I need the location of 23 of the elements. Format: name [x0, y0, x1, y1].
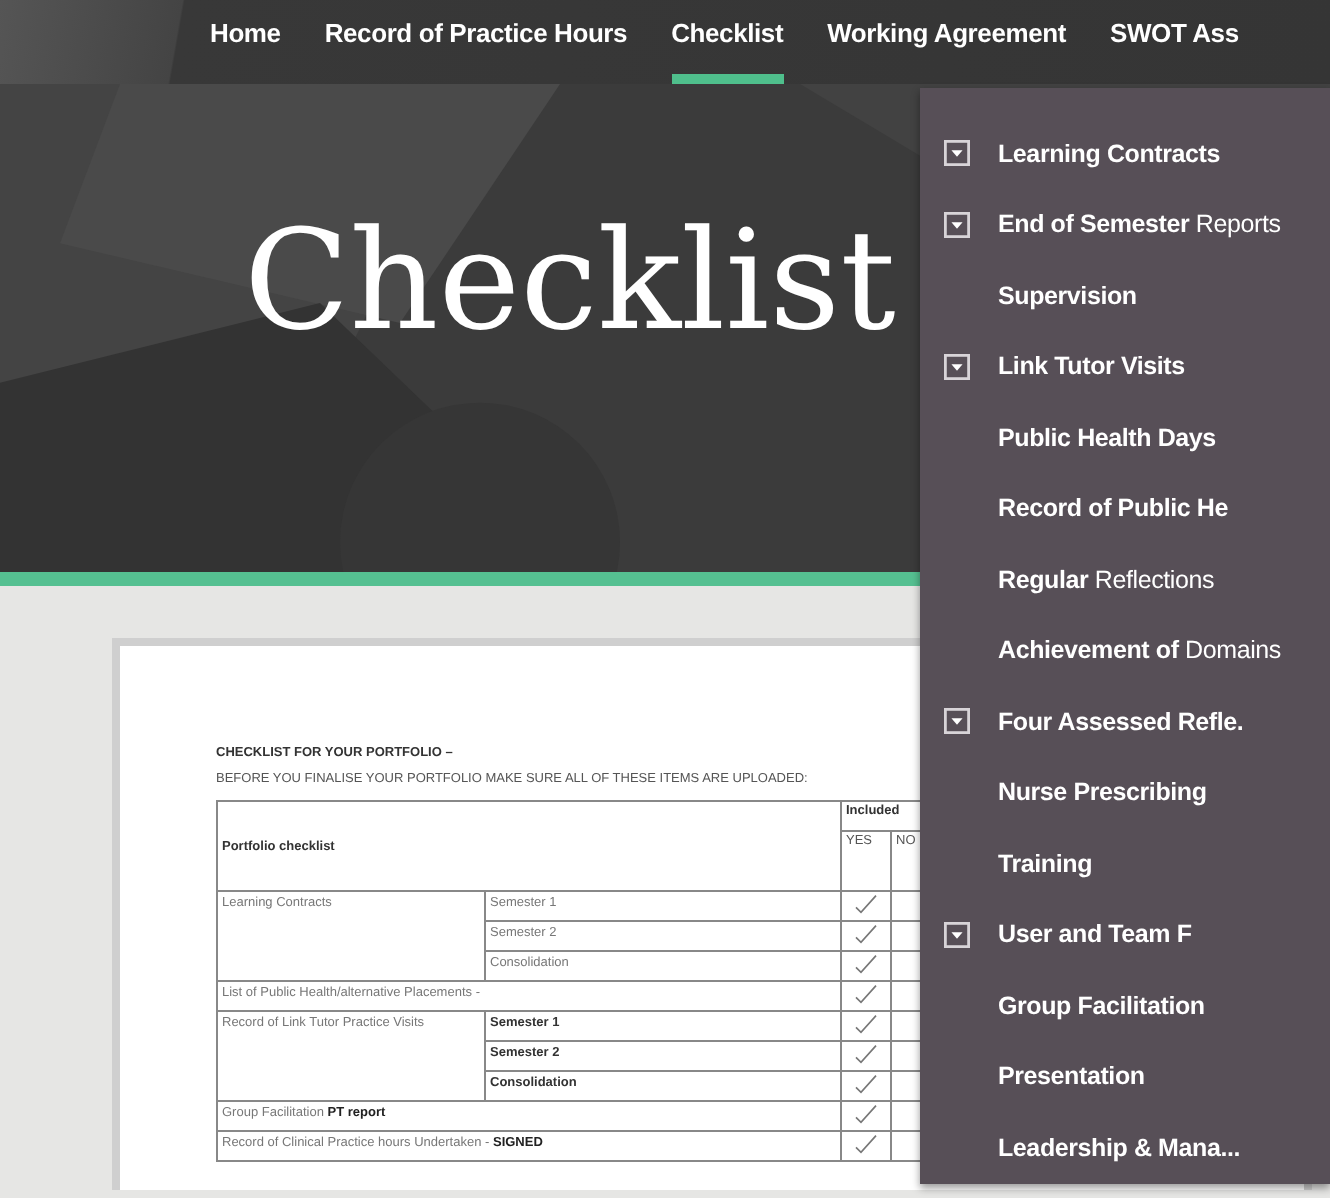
nav-link[interactable]: Home — [210, 0, 281, 84]
nav-link[interactable]: Record of Practice Hours — [324, 0, 628, 84]
nav-link[interactable]: SWOT Ass — [1110, 0, 1239, 84]
expand-icon[interactable] — [944, 921, 970, 948]
menu-item[interactable]: End of Semester Reports — [920, 189, 1330, 260]
menu-item[interactable]: Record of Public He — [920, 473, 1330, 544]
menu-item[interactable]: Leadership & Mana... — [920, 1112, 1330, 1183]
expand-icon[interactable] — [944, 353, 970, 380]
menu-item[interactable]: Presentation — [920, 1041, 1330, 1112]
nav-link[interactable]: Working Agreement — [827, 0, 1066, 84]
menu-item[interactable]: Learning Contracts — [920, 118, 1330, 189]
menu-item[interactable]: Supervision — [920, 260, 1330, 331]
expand-icon[interactable] — [944, 708, 970, 735]
menu-item[interactable]: Public Health Days — [920, 402, 1330, 473]
expand-icon[interactable] — [944, 140, 970, 167]
menu-item[interactable]: Regular Reflections — [920, 544, 1330, 615]
expand-icon[interactable] — [944, 211, 970, 238]
menu-item[interactable]: Group Facilitation — [920, 970, 1330, 1041]
menu-item[interactable]: User and Team F — [920, 899, 1330, 970]
page-title: Checklist — [242, 200, 896, 360]
menu-item[interactable]: Link Tutor Visits — [920, 331, 1330, 402]
menu-item[interactable]: Four Assessed Refle. — [920, 686, 1330, 757]
menu-item[interactable]: Achievement of Domains — [920, 615, 1330, 686]
